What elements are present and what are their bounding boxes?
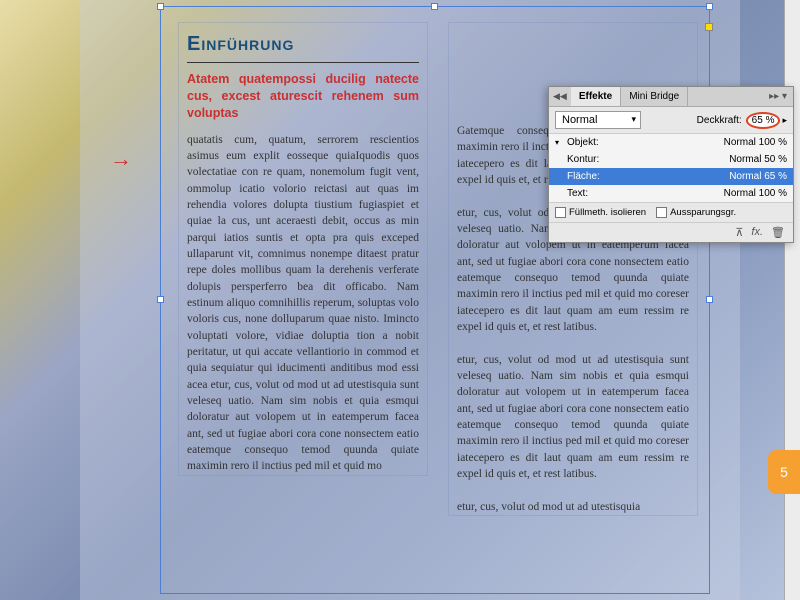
body-text: quatatis cum, quatum, serrorem rescienti… bbox=[179, 132, 427, 475]
knockout-group-checkbox[interactable]: Aussparungsgr. bbox=[656, 207, 736, 218]
row-label: Kontur: bbox=[567, 154, 637, 165]
panel-options-row: Füllmeth. isolieren Aussparungsgr. bbox=[549, 202, 793, 222]
collapse-icon[interactable]: ◀◀ bbox=[549, 89, 571, 104]
clear-effects-icon[interactable]: ⊼ bbox=[735, 226, 743, 239]
resize-handle[interactable] bbox=[706, 296, 713, 303]
blend-mode-dropdown[interactable]: Normal bbox=[555, 111, 641, 129]
resize-handle[interactable] bbox=[157, 296, 164, 303]
checkbox-icon[interactable] bbox=[656, 207, 667, 218]
checkbox-label: Füllmeth. isolieren bbox=[569, 207, 646, 218]
resize-handle[interactable] bbox=[157, 3, 164, 10]
heading: Einführung bbox=[179, 23, 427, 60]
disclosure-icon[interactable]: ▾ bbox=[555, 138, 567, 147]
fx-button-icon[interactable]: fx. bbox=[751, 226, 763, 239]
row-value: Normal 100 % bbox=[724, 137, 787, 148]
row-label: Fläche: bbox=[567, 171, 637, 182]
resize-handle[interactable] bbox=[706, 3, 713, 10]
opacity-flyout-icon[interactable]: ▸ bbox=[782, 115, 787, 126]
panel-menu-icon[interactable]: ▸▸ ▾ bbox=[763, 89, 793, 104]
row-label: Objekt: bbox=[567, 137, 637, 148]
panel-tab-bar: ◀◀ Effekte Mini Bridge ▸▸ ▾ bbox=[549, 87, 793, 107]
list-row-text[interactable]: Text: Normal 100 % bbox=[549, 185, 793, 202]
resize-handle[interactable] bbox=[431, 3, 438, 10]
list-row-stroke[interactable]: Kontur: Normal 50 % bbox=[549, 151, 793, 168]
tab-effects[interactable]: Effekte bbox=[571, 87, 621, 106]
row-value: Normal 50 % bbox=[729, 154, 787, 165]
list-row-object[interactable]: ▾ Objekt: Normal 100 % bbox=[549, 134, 793, 151]
checkbox-icon[interactable] bbox=[555, 207, 566, 218]
heading-rule bbox=[187, 62, 419, 63]
opacity-label: Deckkraft: bbox=[697, 115, 742, 126]
live-corner-handle[interactable] bbox=[705, 23, 713, 31]
page-number: 5 bbox=[780, 464, 788, 480]
row-value: Normal 100 % bbox=[724, 188, 787, 199]
target-list: ▾ Objekt: Normal 100 % Kontur: Normal 50… bbox=[549, 134, 793, 202]
tab-minibridge[interactable]: Mini Bridge bbox=[621, 87, 688, 106]
trash-icon[interactable]: 🗑 bbox=[771, 226, 785, 239]
subheading: Atatem quatempossi ducilig natecte cus, … bbox=[179, 71, 427, 132]
panel-footer: ⊼ fx. 🗑 bbox=[549, 222, 793, 242]
opacity-value[interactable]: 65 % bbox=[746, 112, 781, 129]
blend-opacity-row: Normal Deckkraft: 65 % ▸ bbox=[549, 107, 793, 134]
checkbox-label: Aussparungsgr. bbox=[670, 207, 736, 218]
annotation-arrow-icon: → bbox=[110, 146, 132, 172]
row-value: Normal 65 % bbox=[729, 171, 787, 182]
text-column-1[interactable]: Einführung Atatem quatempossi ducilig na… bbox=[178, 22, 428, 476]
page-number-tab[interactable]: 5 bbox=[768, 450, 800, 494]
row-label: Text: bbox=[567, 188, 637, 199]
effects-panel: ◀◀ Effekte Mini Bridge ▸▸ ▾ Normal Deckk… bbox=[548, 86, 794, 243]
list-row-fill[interactable]: Fläche: Normal 65 % bbox=[549, 168, 793, 185]
isolate-blending-checkbox[interactable]: Füllmeth. isolieren bbox=[555, 207, 646, 218]
